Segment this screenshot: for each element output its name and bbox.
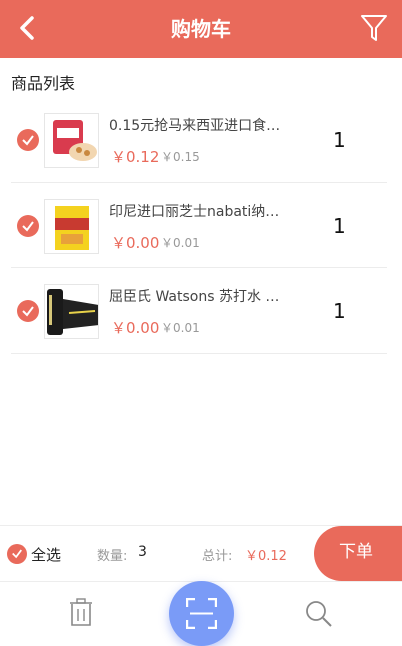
select-all-checkbox[interactable]: [7, 544, 27, 564]
trash-icon[interactable]: [68, 598, 94, 628]
product-name: 印尼进口丽芝士nabati纳…: [109, 203, 280, 220]
count-value: 3: [138, 544, 147, 560]
count-label: 数量:: [97, 549, 128, 564]
checkmark-icon: [22, 220, 34, 232]
list-item[interactable]: 印尼进口丽芝士nabati纳… ￥0.00 ￥0.01 1: [11, 183, 387, 268]
total-value: ￥0.12: [245, 549, 287, 564]
list-item[interactable]: 0.15元抢马来西亚进口食… ￥0.12 ￥0.15 1: [11, 97, 387, 183]
product-image: [44, 198, 99, 254]
list-item[interactable]: 屈臣氏 Watsons 苏打水 … ￥0.00 ￥0.01 1: [11, 268, 387, 354]
select-all-label[interactable]: 全选: [31, 544, 61, 565]
product-quantity: 1: [333, 213, 346, 238]
product-price: ￥0.12: [111, 148, 160, 166]
product-original-price: ￥0.01: [161, 321, 200, 335]
product-image: [44, 113, 99, 168]
product-original-price: ￥0.15: [161, 150, 200, 164]
product-image: [44, 284, 99, 339]
checkmark-icon: [12, 549, 22, 559]
search-icon[interactable]: [304, 599, 334, 629]
bottom-nav: [0, 581, 402, 646]
checkmark-icon: [22, 135, 34, 146]
place-order-button[interactable]: 下单: [314, 526, 402, 581]
checkmark-icon: [22, 306, 34, 317]
product-list: 0.15元抢马来西亚进口食… ￥0.12 ￥0.15 1 印尼进口丽芝士naba…: [11, 97, 387, 354]
filter-icon[interactable]: [360, 13, 388, 43]
app-header: 购物车: [0, 0, 402, 58]
product-price: ￥0.00: [111, 233, 160, 252]
product-original-price: ￥0.01: [161, 235, 200, 250]
item-checkbox[interactable]: [17, 129, 39, 151]
product-quantity: 1: [333, 299, 346, 323]
total-label: 总计:: [202, 549, 233, 564]
product-price: ￥0.00: [111, 319, 160, 337]
section-title: 商品列表: [11, 74, 76, 93]
product-name: 0.15元抢马来西亚进口食…: [109, 118, 281, 134]
scan-button[interactable]: [169, 581, 234, 646]
product-quantity: 1: [333, 128, 346, 152]
cart-summary-bar: 全选 数量: 3 总计: ￥0.12 下单: [0, 525, 402, 581]
scan-icon: [186, 598, 217, 629]
product-name: 屈臣氏 Watsons 苏打水 …: [109, 289, 280, 305]
page-title: 购物车: [171, 17, 231, 41]
item-checkbox[interactable]: [17, 214, 39, 237]
item-checkbox[interactable]: [17, 300, 39, 322]
